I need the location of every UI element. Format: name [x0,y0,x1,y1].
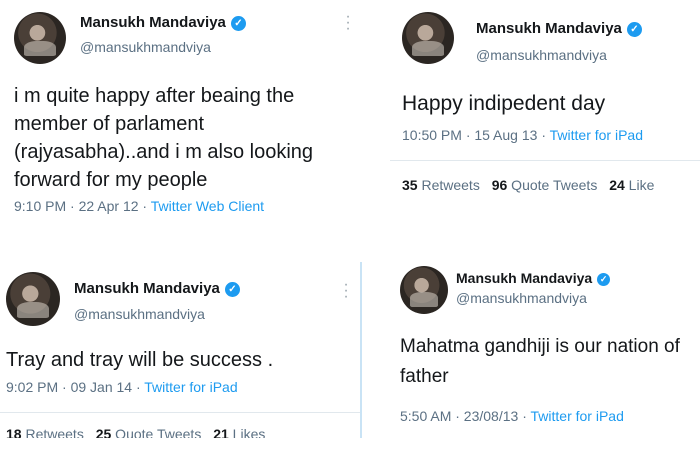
likes-count[interactable]: 21 Likes [213,426,265,438]
tweet-source-link[interactable]: Twitter for iPad [144,379,237,395]
tweet-timestamp: 10:50 PM · 15 Aug 13 · Twitter for iPad [402,127,643,143]
avatar[interactable] [14,12,66,64]
tweet-timestamp: 9:10 PM · 22 Apr 12 · Twitter Web Client [14,198,264,214]
timestamp-text[interactable]: 9:02 PM · 09 Jan 14 · [6,379,144,395]
tweet-stats: 18 Retweets 25 Quote Tweets 21 Likes [6,426,265,438]
tweet-text: i m quite happy after beaing the member … [14,85,314,191]
tweet-card[interactable]: Mansukh Mandaviya ✓ @mansukhmandviya Maha… [388,254,700,440]
tweet-stats: 35 Retweets 96 Quote Tweets 24 Like [402,177,654,193]
display-name[interactable]: Mansukh Mandaviya ✓ [456,270,611,286]
user-handle[interactable]: @mansukhmandviya [74,306,205,322]
more-options-icon[interactable]: · · · [344,9,352,37]
tweet-card[interactable]: Mansukh Mandaviya ✓ @mansukhmandviya · · · … [0,0,362,240]
tweet-source-link[interactable]: Twitter for iPad [531,408,624,424]
tweet-timestamp: 5:50 AM · 23/08/13 · Twitter for iPad [400,408,624,424]
quote-tweets-count[interactable]: 25 Quote Tweets [96,426,202,438]
retweets-count[interactable]: 35 Retweets [402,177,480,193]
display-name-text[interactable]: Mansukh Mandaviya [476,20,622,37]
avatar[interactable] [400,266,448,314]
likes-count[interactable]: 24 Like [609,177,654,193]
retweets-count[interactable]: 18 Retweets [6,426,84,438]
timestamp-text[interactable]: 5:50 AM · 23/08/13 · [400,408,531,424]
user-handle[interactable]: @mansukhmandviya [476,47,607,63]
user-handle[interactable]: @mansukhmandviya [80,39,211,55]
tweet-source-link[interactable]: Twitter for iPad [550,127,643,143]
verified-badge-icon: ✓ [626,21,642,37]
tweet-card[interactable]: Mansukh Mandaviya ✓ @mansukhmandviya Happ… [390,0,700,240]
column-divider [360,262,362,438]
user-handle[interactable]: @mansukhmandviya [456,290,587,306]
display-name[interactable]: Mansukh Mandaviya ✓ [80,14,246,31]
tweet-text: Happy indipedent day [402,92,606,115]
timestamp-text[interactable]: 9:10 PM · 22 Apr 12 · [14,198,151,214]
verified-badge-icon: ✓ [230,15,246,31]
tweet-text: Mahatma gandhiji is our nation of father [400,336,680,387]
quote-tweets-count[interactable]: 96 Quote Tweets [492,177,598,193]
display-name[interactable]: Mansukh Mandaviya ✓ [476,20,642,37]
display-name-text[interactable]: Mansukh Mandaviya [74,280,220,297]
divider [390,160,700,161]
more-options-icon[interactable]: · · · [342,277,350,305]
tweet-text: Tray and tray will be success . [6,349,274,371]
tweet-source-link[interactable]: Twitter Web Client [151,198,264,214]
avatar[interactable] [6,272,60,326]
tweet-card[interactable]: Mansukh Mandaviya ✓ @mansukhmandviya · · · … [0,262,360,438]
verified-badge-icon: ✓ [597,272,611,286]
display-name[interactable]: Mansukh Mandaviya ✓ [74,280,240,297]
timestamp-text[interactable]: 10:50 PM · 15 Aug 13 · [402,127,550,143]
display-name-text[interactable]: Mansukh Mandaviya [80,14,226,31]
display-name-text[interactable]: Mansukh Mandaviya [456,270,592,286]
tweet-timestamp: 9:02 PM · 09 Jan 14 · Twitter for iPad [6,379,238,395]
divider [0,412,360,413]
avatar[interactable] [402,12,454,64]
verified-badge-icon: ✓ [224,281,240,297]
